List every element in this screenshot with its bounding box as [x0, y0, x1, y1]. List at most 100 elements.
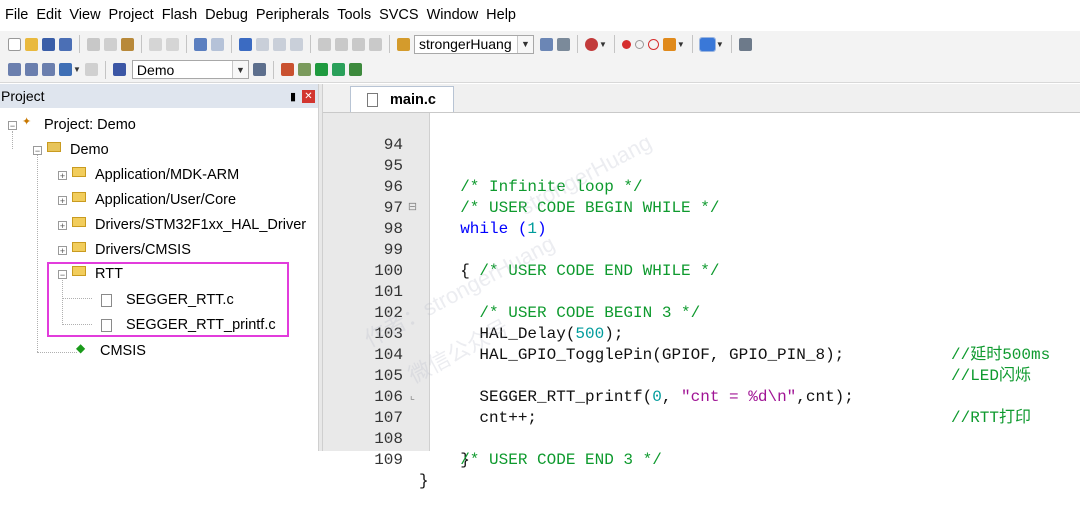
menu-flash[interactable]: Flash — [157, 0, 200, 31]
open-folder-icon[interactable] — [25, 37, 38, 51]
target-select[interactable]: Demo ▼ — [131, 60, 249, 79]
manage-project-icon[interactable] — [280, 63, 294, 76]
undo-icon[interactable] — [149, 37, 162, 51]
tab-label: main.c — [390, 91, 436, 108]
menu-project[interactable]: Project — [104, 0, 157, 31]
code-line[interactable]: 95 /* Infinite loop */ — [323, 135, 1080, 196]
find-combo-value: strongerHuang — [419, 36, 512, 52]
code-line[interactable]: 106 cnt++; — [323, 366, 1080, 427]
next-bookmark-icon[interactable] — [273, 37, 286, 51]
tree-item-folder[interactable]: + Drivers/STM32F1xx_HAL_Driver — [58, 214, 306, 236]
collapse-icon[interactable]: − — [33, 145, 42, 155]
paste-icon[interactable] — [121, 37, 134, 51]
chevron-down-icon[interactable]: ▼ — [73, 65, 81, 74]
code-line[interactable]: 102 HAL_Delay(500); //延时500ms — [323, 282, 1080, 364]
tab-main-c[interactable]: main.c — [350, 86, 454, 112]
menu-window[interactable]: Window — [422, 0, 482, 31]
tree-item-folder[interactable]: + Application/User/Core — [58, 189, 236, 211]
uncomment-icon[interactable] — [369, 37, 382, 51]
code-line[interactable]: 101 /* USER CODE BEGIN 3 */ — [323, 261, 1080, 322]
stop-build-icon[interactable] — [84, 63, 98, 76]
code-line[interactable]: 105 SEGGER_RTT_printf(0, "cnt = %d\n",cn… — [323, 345, 1080, 427]
file-extensions-icon[interactable] — [297, 63, 311, 76]
expand-icon[interactable]: + — [58, 170, 67, 180]
menu-debug[interactable]: Debug — [200, 0, 251, 31]
target-options-icon[interactable] — [252, 63, 266, 76]
wrench-icon[interactable] — [738, 37, 752, 51]
pin-icon[interactable]: ▮ — [290, 90, 296, 103]
toolbar-separator — [577, 35, 578, 53]
tree-item-project[interactable]: − ✦ Project: Demo — [8, 114, 136, 136]
nav-back-icon[interactable] — [194, 37, 207, 51]
find-in-files-icon[interactable] — [397, 37, 410, 51]
chevron-down-icon[interactable]: ▼ — [231, 61, 248, 78]
folder-icon — [72, 217, 86, 227]
nav-forward-icon[interactable] — [211, 37, 224, 51]
expand-icon[interactable]: + — [58, 220, 67, 230]
find-combo[interactable]: strongerHuang ▼ — [414, 34, 534, 54]
menu-peripherals[interactable]: Peripherals — [251, 0, 332, 31]
download-icon[interactable] — [59, 63, 72, 76]
find-icon[interactable] — [540, 37, 553, 51]
tree-item-component[interactable]: ◆ CMSIS — [76, 340, 146, 362]
build-icon[interactable] — [25, 63, 38, 76]
pack-installer-icon[interactable] — [348, 63, 362, 76]
chevron-down-icon[interactable]: ▼ — [517, 35, 533, 53]
code-line[interactable]: 100 — [323, 240, 1080, 280]
build-toolbar: ▼ Demo ▼ — [0, 57, 1080, 83]
kill-breakpoints-icon[interactable] — [647, 38, 659, 50]
tree-item-folder[interactable]: + Drivers/CMSIS — [58, 239, 191, 261]
rebuild-icon[interactable] — [42, 63, 55, 76]
copy-icon[interactable] — [104, 37, 117, 51]
chevron-down-icon[interactable]: ▼ — [599, 40, 607, 49]
cut-icon[interactable] — [87, 37, 100, 51]
select-packs-icon[interactable] — [331, 63, 345, 76]
breakpoint-disable-icon[interactable] — [634, 39, 644, 49]
breakpoint-icon[interactable] — [621, 39, 631, 49]
bookmark-icon[interactable] — [239, 37, 252, 51]
code-line[interactable]: 103 HAL_GPIO_TogglePin(GPIOF, GPIO_PIN_8… — [323, 303, 1080, 385]
chevron-down-icon[interactable]: ▼ — [716, 40, 724, 49]
menu-help[interactable]: Help — [481, 0, 519, 31]
batch-build-icon[interactable] — [112, 63, 126, 76]
code-line[interactable]: 99 /* USER CODE END WHILE */ — [323, 219, 1080, 280]
menu-svcs[interactable]: SVCS — [374, 0, 422, 31]
code-line[interactable]: 108 /* USER CODE END 3 */ — [323, 408, 1080, 469]
configure-icon[interactable] — [662, 37, 676, 51]
window-layout-icon[interactable] — [698, 36, 716, 52]
menu-view[interactable]: View — [64, 0, 103, 31]
tree-item-folder[interactable]: + Application/MDK-ARM — [58, 164, 239, 186]
tree-item-target[interactable]: − Demo — [33, 139, 109, 161]
unindent-icon[interactable] — [335, 37, 348, 51]
fold-collapse-icon[interactable]: ⊟ — [407, 198, 418, 219]
comment-icon[interactable] — [352, 37, 365, 51]
tree-item-label: Demo — [70, 142, 109, 158]
clear-bookmarks-icon[interactable] — [290, 37, 303, 51]
save-all-icon[interactable] — [59, 37, 72, 51]
redo-icon[interactable] — [166, 37, 179, 51]
translate-icon[interactable] — [8, 63, 21, 76]
close-icon[interactable]: ✕ — [302, 89, 315, 103]
code-line[interactable]: 97 while (1) — [323, 177, 1080, 238]
indent-icon[interactable] — [318, 37, 331, 51]
code-line[interactable]: 96 /* USER CODE BEGIN WHILE */ — [323, 156, 1080, 217]
chevron-down-icon[interactable]: ▼ — [677, 40, 685, 49]
menu-file[interactable]: File — [0, 0, 31, 31]
menu-tools[interactable]: Tools — [332, 0, 374, 31]
prev-bookmark-icon[interactable] — [256, 37, 269, 51]
save-icon[interactable] — [42, 37, 55, 51]
code-line[interactable]: 98 ⊟ { — [323, 198, 1080, 280]
expand-icon[interactable]: + — [58, 245, 67, 255]
collapse-icon[interactable]: − — [8, 120, 17, 130]
incremental-find-icon[interactable] — [557, 37, 570, 51]
menu-edit[interactable]: Edit — [31, 0, 64, 31]
expand-icon[interactable]: + — [58, 195, 67, 205]
zoom-icon[interactable] — [585, 37, 598, 51]
manage-rte-icon[interactable] — [314, 63, 328, 76]
code-line[interactable]: 109 } — [323, 429, 1080, 490]
code-line[interactable]: 104 — [323, 324, 1080, 364]
code-line[interactable]: 94 — [323, 114, 1080, 154]
project-icon: ✦ — [22, 116, 32, 128]
code-line[interactable]: 107 ⌞ } — [323, 387, 1080, 469]
new-file-icon[interactable] — [8, 37, 21, 51]
